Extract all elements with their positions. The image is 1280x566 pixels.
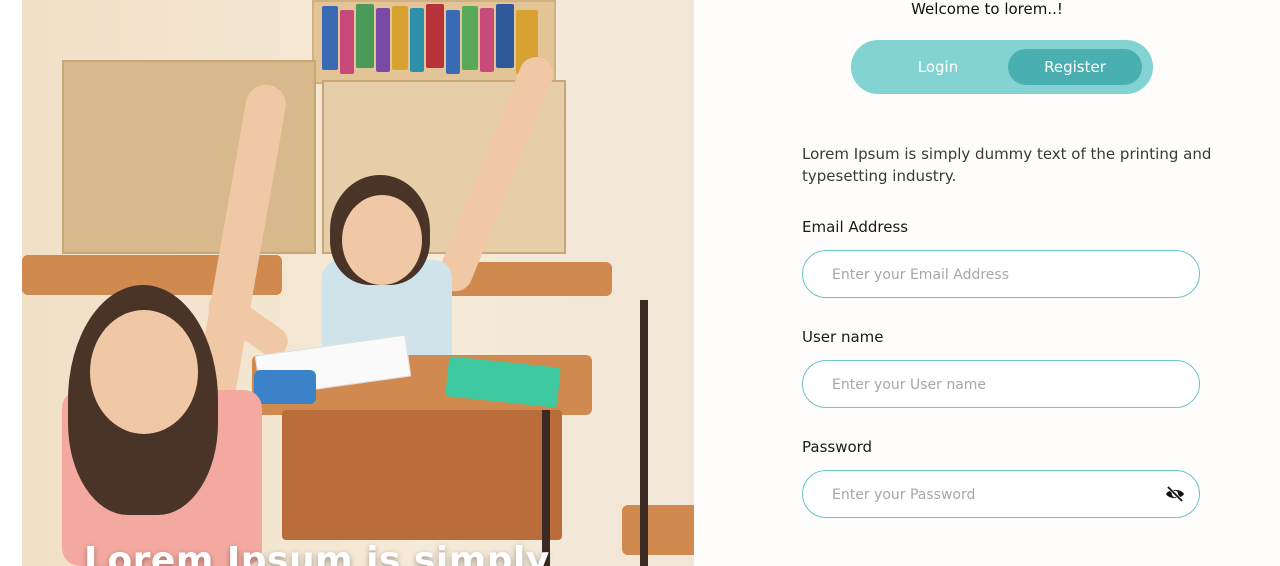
password-field-wrapper [802,470,1200,519]
hero-title: Lorem Ipsum is simply [84,540,550,566]
auth-toggle: Login Register [851,40,1153,94]
book [496,4,514,68]
book [410,8,424,72]
username-input[interactable] [830,361,1154,409]
book [446,10,460,74]
eye-slash-icon[interactable] [1165,485,1185,503]
book [376,8,390,72]
book [462,6,478,70]
tab-register[interactable]: Register [1008,49,1142,85]
welcome-text: Welcome to lorem..! [911,0,1063,18]
description: Lorem Ipsum is simply dummy text of the … [802,145,1212,185]
email-input[interactable] [830,251,1154,299]
book [480,8,494,72]
username-field-wrapper [802,360,1200,409]
book [426,4,444,68]
book [356,4,374,68]
email-field-wrapper [802,250,1200,299]
username-label: User name [802,328,884,346]
password-input[interactable] [830,471,1154,519]
book [322,6,338,70]
hero-image: Lorem Ipsum is simply [22,0,694,566]
email-label: Email Address [802,218,909,236]
auth-panel: Welcome to lorem..! Login Register Lorem… [694,0,1280,566]
tab-login[interactable]: Login [865,49,1011,85]
book [392,6,408,70]
pencil-case [254,370,316,404]
book [340,10,354,74]
password-label: Password [802,438,873,456]
